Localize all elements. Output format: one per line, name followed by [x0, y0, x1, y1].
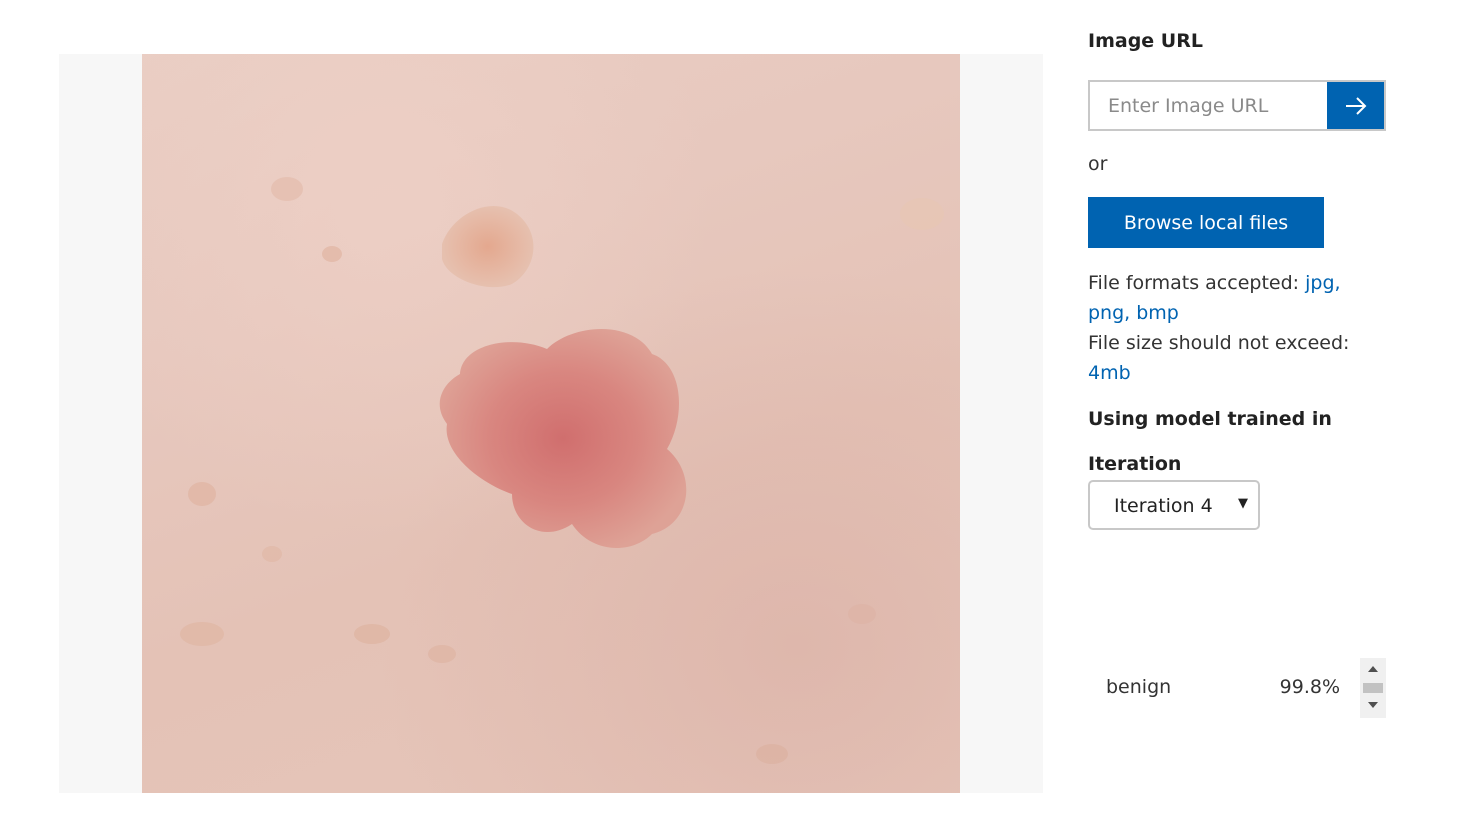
- formats-label: File formats accepted:: [1088, 272, 1300, 294]
- image-url-input[interactable]: [1088, 80, 1328, 131]
- image-preview-panel: [59, 54, 1043, 793]
- file-requirements: File formats accepted: jpg, png, bmp Fil…: [1088, 268, 1386, 388]
- iteration-select[interactable]: Iteration 4 ▼: [1088, 480, 1260, 530]
- model-label: Using model trained in: [1088, 408, 1332, 430]
- prediction-results: benign 99.8%: [1088, 658, 1386, 718]
- or-separator: or: [1088, 153, 1108, 175]
- size-value: 4mb: [1088, 362, 1131, 384]
- result-probability: 99.8%: [1279, 676, 1340, 698]
- image-url-row: [1088, 80, 1386, 131]
- arrow-right-icon: [1345, 96, 1366, 115]
- iteration-selected-value: Iteration 4: [1114, 495, 1213, 517]
- scroll-down-icon[interactable]: [1360, 696, 1386, 714]
- chevron-down-icon: ▼: [1238, 496, 1248, 511]
- image-url-label: Image URL: [1088, 30, 1203, 52]
- scroll-thumb[interactable]: [1363, 683, 1383, 693]
- iteration-label: Iteration: [1088, 453, 1182, 475]
- results-scrollbar[interactable]: [1360, 658, 1386, 718]
- result-tag: benign: [1106, 676, 1172, 698]
- uploaded-skin-image: [142, 54, 960, 793]
- result-row: benign 99.8%: [1088, 658, 1360, 718]
- browse-local-files-button[interactable]: Browse local files: [1088, 197, 1324, 248]
- submit-url-button[interactable]: [1327, 80, 1386, 131]
- scroll-up-icon[interactable]: [1360, 660, 1386, 678]
- size-label: File size should not exceed:: [1088, 332, 1350, 354]
